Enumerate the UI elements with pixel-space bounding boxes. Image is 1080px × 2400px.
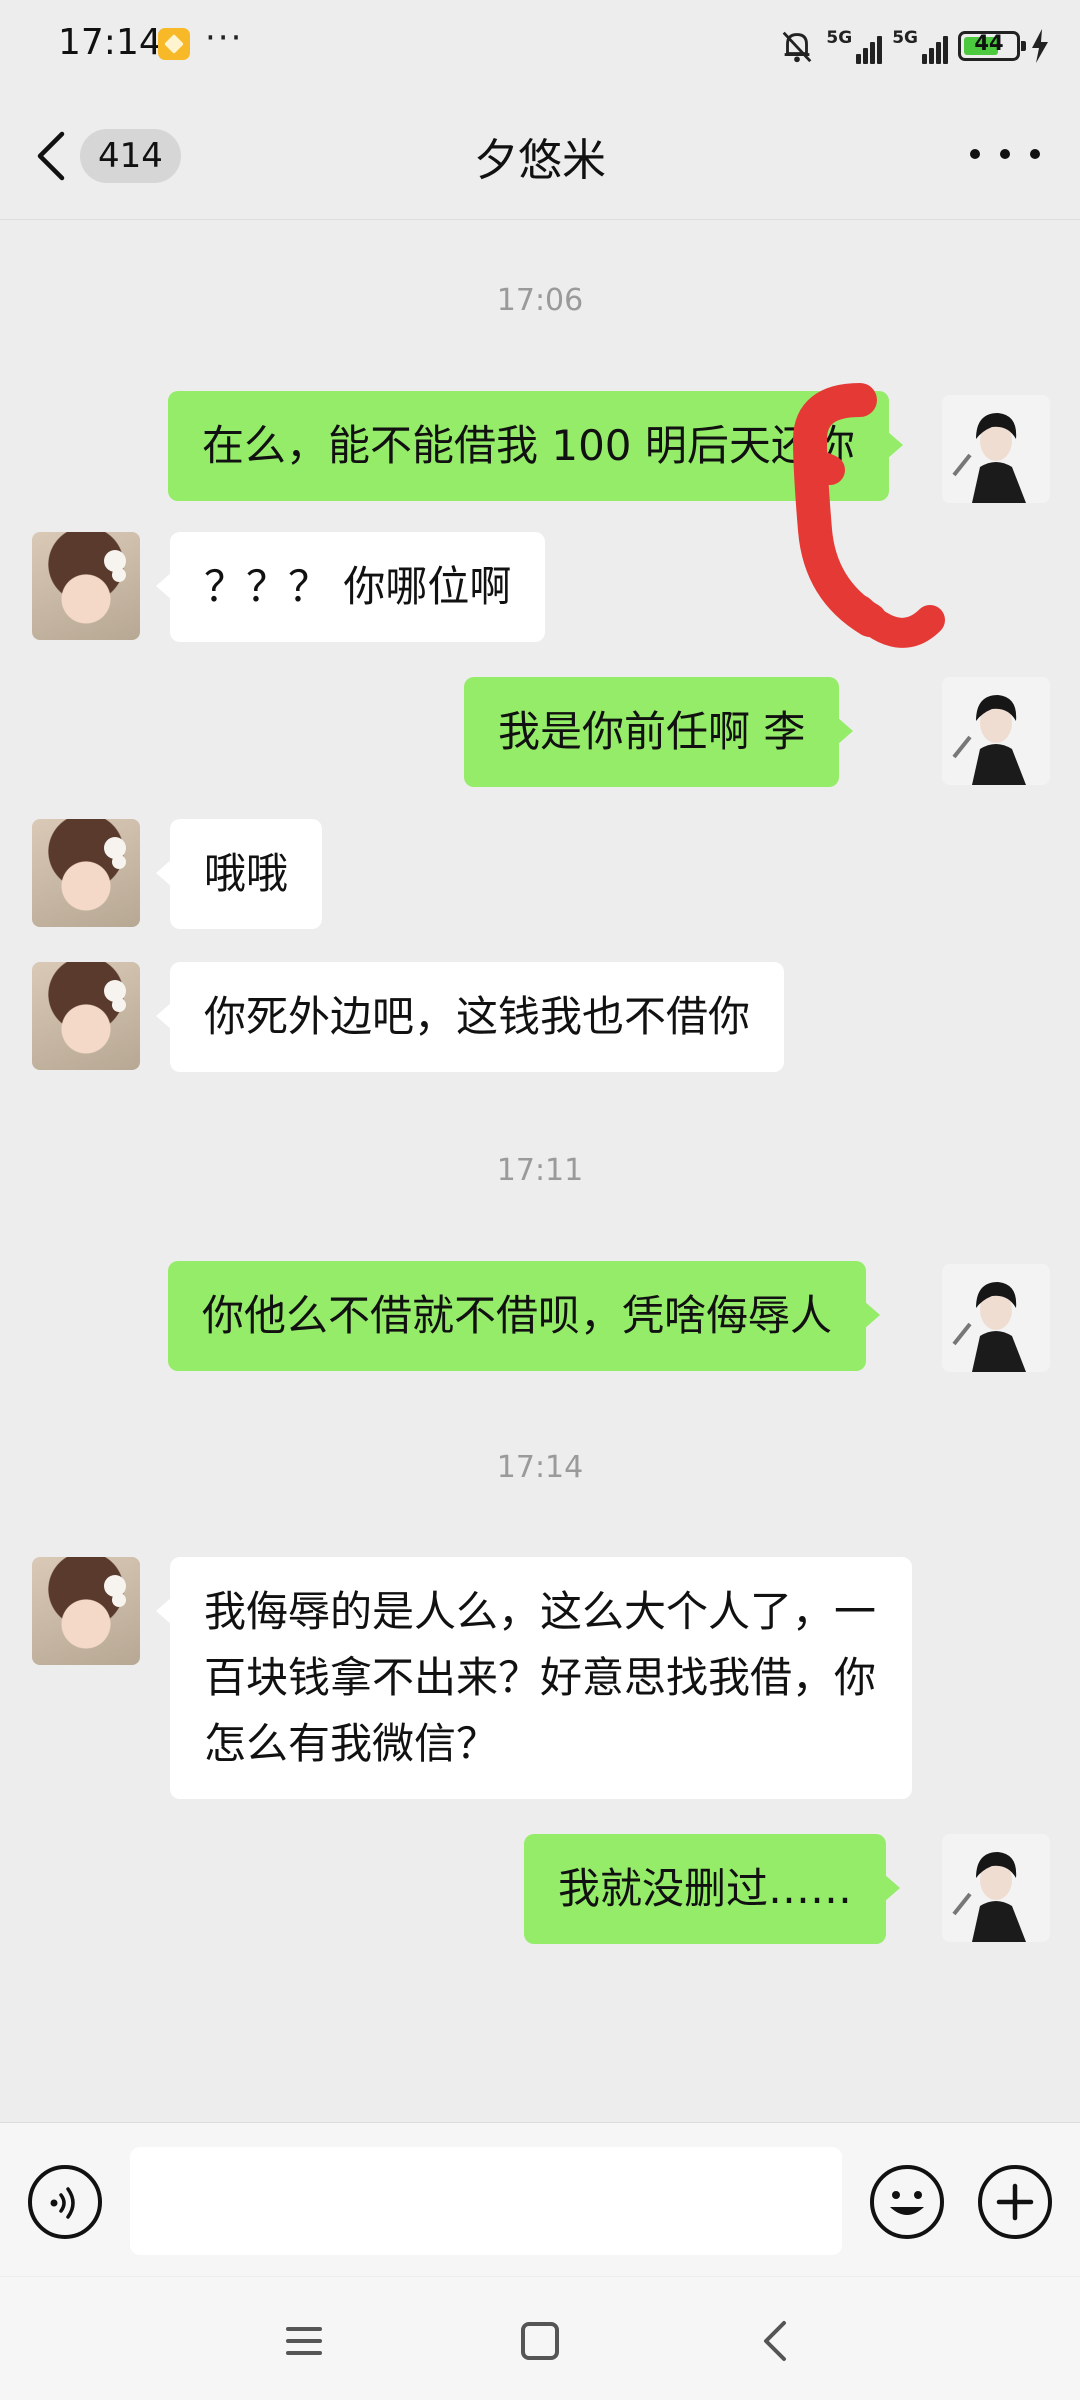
status-bar: 17:14 ··· 5G 5G 44 [0,0,1080,90]
unread-count-badge: 414 [80,129,181,183]
my-avatar[interactable] [942,677,1050,785]
chevron-left-icon [37,131,65,181]
input-bar [0,2122,1080,2276]
status-time: 17:14 [58,22,162,63]
message-list[interactable]: 17:06 在么，能不能借我 100 明后天还你 ？？？ 你哪位啊 我是你前任啊… [0,221,1080,2121]
message-bubble-incoming[interactable]: ？？？ 你哪位啊 [155,532,546,642]
timestamp: 17:06 [496,283,584,318]
nav-back-icon [764,2321,786,2361]
status-indicators: 5G 5G 44 [778,24,1050,68]
message-bubble-incoming[interactable]: 哦哦 [155,819,323,929]
menu-icon [286,2327,322,2355]
signal-2-icon: 5G [892,28,948,64]
chat-title: 夕悠米 [474,135,606,186]
mute-bell-icon [783,31,812,63]
message-bubble-incoming[interactable]: 你死外边吧，这钱我也不借你 [155,962,785,1072]
more-options-button[interactable] [970,134,1040,174]
voice-input-button[interactable] [28,2165,102,2239]
contact-avatar[interactable] [32,819,140,927]
more-functions-button[interactable] [978,2165,1052,2239]
battery-icon: 44 [958,31,1026,61]
status-more: ··· [205,18,244,58]
signal-1-icon: 5G [826,28,883,64]
contact-avatar[interactable] [32,1557,140,1665]
nav-back-button[interactable] [746,2311,806,2371]
home-icon [521,2322,559,2360]
emoji-icon [890,2191,924,2215]
more-dots-icon [970,149,980,159]
message-bubble-incoming[interactable]: 我侮辱的是人么，这么大个人了，一百块钱拿不出来？好意思找我借，你怎么有我微信？ [156,1557,912,1799]
message-bubble-outgoing[interactable]: 你他么不借就不借呗，凭啥侮辱人 [168,1261,881,1371]
timestamp: 17:14 [496,1450,584,1485]
voice-icon [50,2187,75,2219]
timestamp: 17:11 [496,1153,584,1188]
home-button[interactable] [510,2311,570,2371]
chat-header: 414 夕悠米 [0,90,1080,220]
my-avatar[interactable] [942,1834,1050,1942]
plus-icon [996,2183,1034,2221]
user-avatar-icon [942,395,1050,503]
back-button[interactable]: 414 [34,126,184,186]
contact-avatar[interactable] [32,962,140,1070]
menu-button[interactable] [274,2311,334,2371]
emoji-button[interactable] [870,2165,944,2239]
message-input[interactable] [130,2147,842,2255]
contact-avatar[interactable] [32,532,140,640]
user-avatar-icon [942,677,1050,785]
charging-icon [1032,29,1048,63]
battery-level: 44 [974,31,1004,55]
system-nav-bar [0,2277,1080,2400]
message-bubble-outgoing[interactable]: 我就没删过…… [524,1834,901,1944]
user-avatar-icon [942,1264,1050,1372]
my-avatar[interactable] [942,395,1050,503]
my-avatar[interactable] [942,1264,1050,1372]
notes-app-icon [158,28,190,60]
message-bubble-outgoing[interactable]: 在么，能不能借我 100 明后天还你 [168,391,903,501]
message-bubble-outgoing[interactable]: 我是你前任啊 李 [464,677,854,787]
user-avatar-icon [942,1834,1050,1942]
